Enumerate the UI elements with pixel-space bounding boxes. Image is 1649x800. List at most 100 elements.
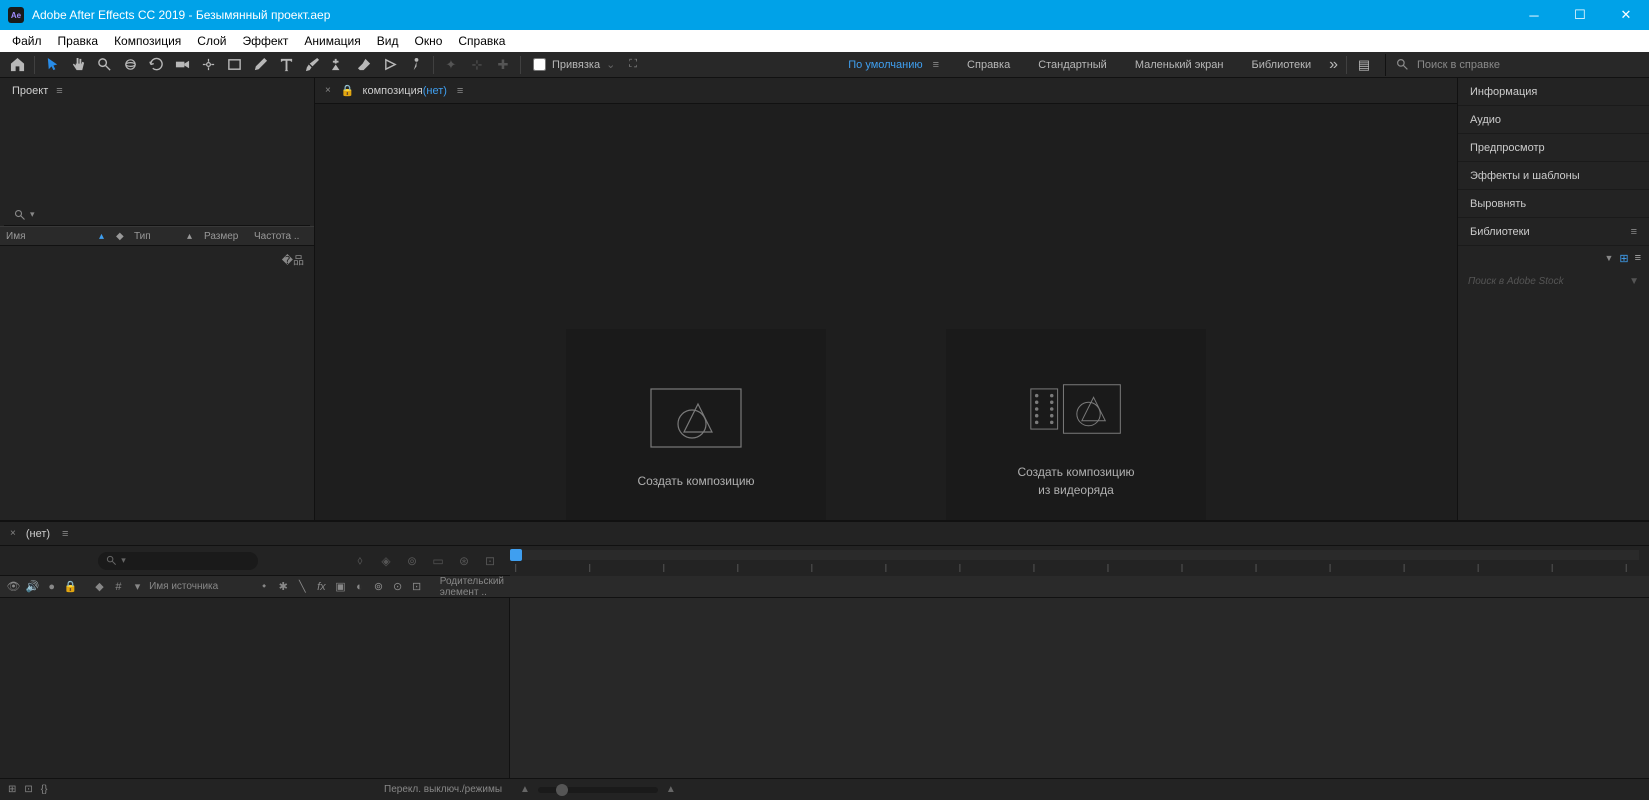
- home-icon[interactable]: [6, 54, 28, 76]
- workspace-standard[interactable]: Стандартный: [1024, 52, 1121, 78]
- panel-effects[interactable]: Эффекты и шаблоны: [1458, 162, 1649, 190]
- selection-tool-icon[interactable]: [41, 54, 63, 76]
- brush-tool-icon[interactable]: [301, 54, 323, 76]
- libraries-search[interactable]: Поиск в Adobe Stock▼: [1458, 270, 1649, 292]
- col-type[interactable]: Тип▴: [128, 231, 198, 242]
- timeline-columns: 👁 🔊 ● 🔒 ◆ # ▾ Имя источника ⬩ ✱ ╲ fx ▣ ◐…: [0, 576, 1649, 598]
- video-icon[interactable]: 👁: [6, 580, 21, 593]
- snap-toggle[interactable]: Привязка ⌄ ⛶: [533, 58, 637, 71]
- brain-icon[interactable]: ⊛: [454, 551, 474, 571]
- close-tab-icon[interactable]: ×: [10, 528, 16, 539]
- menu-help[interactable]: Справка: [450, 30, 513, 52]
- eraser-tool-icon[interactable]: [353, 54, 375, 76]
- solo-icon[interactable]: ●: [44, 581, 59, 593]
- graph-icon[interactable]: ▭: [428, 551, 448, 571]
- timeline-search[interactable]: ▾: [98, 552, 258, 570]
- hamburger-icon[interactable]: ≡: [1631, 226, 1637, 238]
- search-icon: [14, 209, 26, 221]
- snap-checkbox[interactable]: [533, 58, 546, 71]
- timeline-ruler[interactable]: [510, 546, 1649, 576]
- label-col-icon[interactable]: ◆: [92, 580, 107, 593]
- panel-align[interactable]: Выровнять: [1458, 190, 1649, 218]
- camera-tool-icon[interactable]: [171, 54, 193, 76]
- menu-edit[interactable]: Правка: [50, 30, 107, 52]
- sw-1[interactable]: ⬩: [257, 580, 272, 593]
- composition-tab[interactable]: × 🔒 композиция (нет) ≡: [315, 78, 1457, 104]
- panels-icon[interactable]: ▤: [1353, 54, 1375, 76]
- text-tool-icon[interactable]: [275, 54, 297, 76]
- workspace-small[interactable]: Маленький экран: [1121, 52, 1238, 78]
- view-axis-icon[interactable]: ✚: [492, 54, 514, 76]
- toggle1-icon[interactable]: ⊡: [24, 784, 32, 795]
- app-icon: Ae: [8, 7, 24, 23]
- parent-col[interactable]: Родительский элемент ..: [440, 576, 504, 598]
- zoom-slider[interactable]: [538, 787, 658, 793]
- frame-blend-icon[interactable]: ◈: [376, 551, 396, 571]
- project-tab[interactable]: Проект≡: [0, 78, 314, 104]
- timeline-body[interactable]: [0, 598, 1649, 778]
- lock-icon[interactable]: 🔒: [341, 84, 355, 97]
- menu-window[interactable]: Окно: [406, 30, 450, 52]
- minimize-button[interactable]: ─: [1511, 0, 1557, 30]
- lock-col-icon[interactable]: 🔒: [63, 580, 78, 593]
- puppet-tool-icon[interactable]: [405, 54, 427, 76]
- hamburger-icon[interactable]: ≡: [62, 528, 68, 540]
- orbit-tool-icon[interactable]: [119, 54, 141, 76]
- pen-tool-icon[interactable]: [249, 54, 271, 76]
- hand-tool-icon[interactable]: [67, 54, 89, 76]
- new-composition-card[interactable]: Создать композицию: [566, 329, 826, 549]
- help-search[interactable]: Поиск в справке: [1385, 54, 1645, 76]
- hamburger-icon[interactable]: ≡: [457, 85, 463, 97]
- panel-preview[interactable]: Предпросмотр: [1458, 134, 1649, 162]
- close-button[interactable]: ✕: [1603, 0, 1649, 30]
- menu-composition[interactable]: Композиция: [106, 30, 189, 52]
- switch-icon[interactable]: ⊡: [480, 551, 500, 571]
- search-icon: [1396, 58, 1409, 71]
- toggle-switches[interactable]: Перекл. выключ./режимы: [384, 784, 502, 795]
- sw-2[interactable]: ✱: [276, 580, 291, 593]
- timeline-tab[interactable]: × (нет) ≡: [0, 522, 1649, 546]
- hamburger-icon[interactable]: ≡: [56, 85, 62, 97]
- zoom-tool-icon[interactable]: [93, 54, 115, 76]
- workspace-more-icon[interactable]: »: [1329, 56, 1338, 74]
- toggle2-icon[interactable]: {}: [41, 784, 48, 795]
- rect-tool-icon[interactable]: [223, 54, 245, 76]
- project-search[interactable]: ▾: [4, 204, 310, 226]
- col-label-icon[interactable]: ◆: [110, 231, 128, 242]
- world-axis-icon[interactable]: ⊹: [466, 54, 488, 76]
- menu-animation[interactable]: Анимация: [296, 30, 368, 52]
- motion-blur-icon[interactable]: ⊚: [402, 551, 422, 571]
- col-size[interactable]: Размер: [198, 231, 248, 242]
- timeline-panel: × (нет) ≡ 0:00:00:00 ▾ ⬨ ◈ ⊚ ▭ ⊛ ⊡ 👁 🔊 ●: [0, 520, 1649, 800]
- audio-icon[interactable]: 🔊: [25, 580, 40, 593]
- local-axis-icon[interactable]: ✦: [440, 54, 462, 76]
- menu-file[interactable]: Файл: [4, 30, 50, 52]
- libraries-toolbar: ▼ ⊞ ≡: [1458, 246, 1649, 270]
- grid-view-icon[interactable]: ⊞: [1619, 252, 1628, 265]
- help-search-placeholder: Поиск в справке: [1417, 59, 1500, 71]
- workspace-default[interactable]: По умолчанию≡: [834, 52, 953, 78]
- rotate-tool-icon[interactable]: [145, 54, 167, 76]
- workspace-help[interactable]: Справка: [953, 52, 1024, 78]
- col-rate[interactable]: Частота ..: [248, 231, 314, 242]
- menu-layer[interactable]: Слой: [189, 30, 234, 52]
- pan-behind-tool-icon[interactable]: [197, 54, 219, 76]
- flowchart-icon[interactable]: �品: [282, 252, 304, 268]
- source-name-col[interactable]: Имя источника: [149, 581, 253, 592]
- expand-icon[interactable]: ⊞: [8, 784, 16, 795]
- panel-libraries[interactable]: Библиотеки≡: [1458, 218, 1649, 246]
- clone-tool-icon[interactable]: [327, 54, 349, 76]
- menu-effect[interactable]: Эффект: [234, 30, 296, 52]
- col-name[interactable]: Имя▴: [0, 231, 110, 242]
- num-col[interactable]: #: [111, 581, 126, 593]
- roto-tool-icon[interactable]: [379, 54, 401, 76]
- menu-view[interactable]: Вид: [369, 30, 407, 52]
- workspace-libraries[interactable]: Библиотеки: [1237, 52, 1325, 78]
- shy-icon[interactable]: ⬨: [350, 551, 370, 571]
- list-view-icon[interactable]: ≡: [1635, 252, 1641, 264]
- panel-info[interactable]: Информация: [1458, 78, 1649, 106]
- new-composition-from-footage-card[interactable]: Создать композициюиз видеоряда: [946, 329, 1206, 549]
- playhead[interactable]: [510, 549, 522, 561]
- maximize-button[interactable]: ☐: [1557, 0, 1603, 30]
- panel-audio[interactable]: Аудио: [1458, 106, 1649, 134]
